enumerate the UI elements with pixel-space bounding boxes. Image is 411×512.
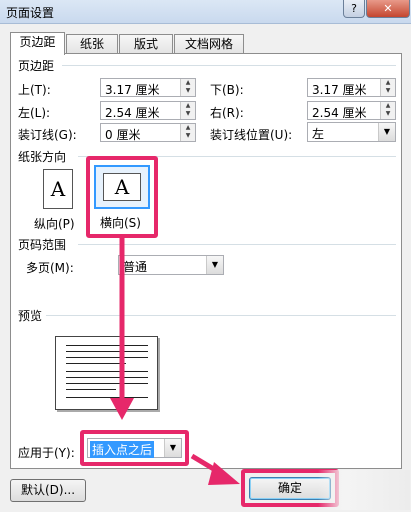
annotation-arrowhead-down bbox=[110, 398, 134, 420]
annotation-arrowhead-right bbox=[208, 462, 240, 485]
tab-margins[interactable]: 页边距 bbox=[10, 32, 65, 55]
annotation-arrows bbox=[110, 238, 240, 485]
